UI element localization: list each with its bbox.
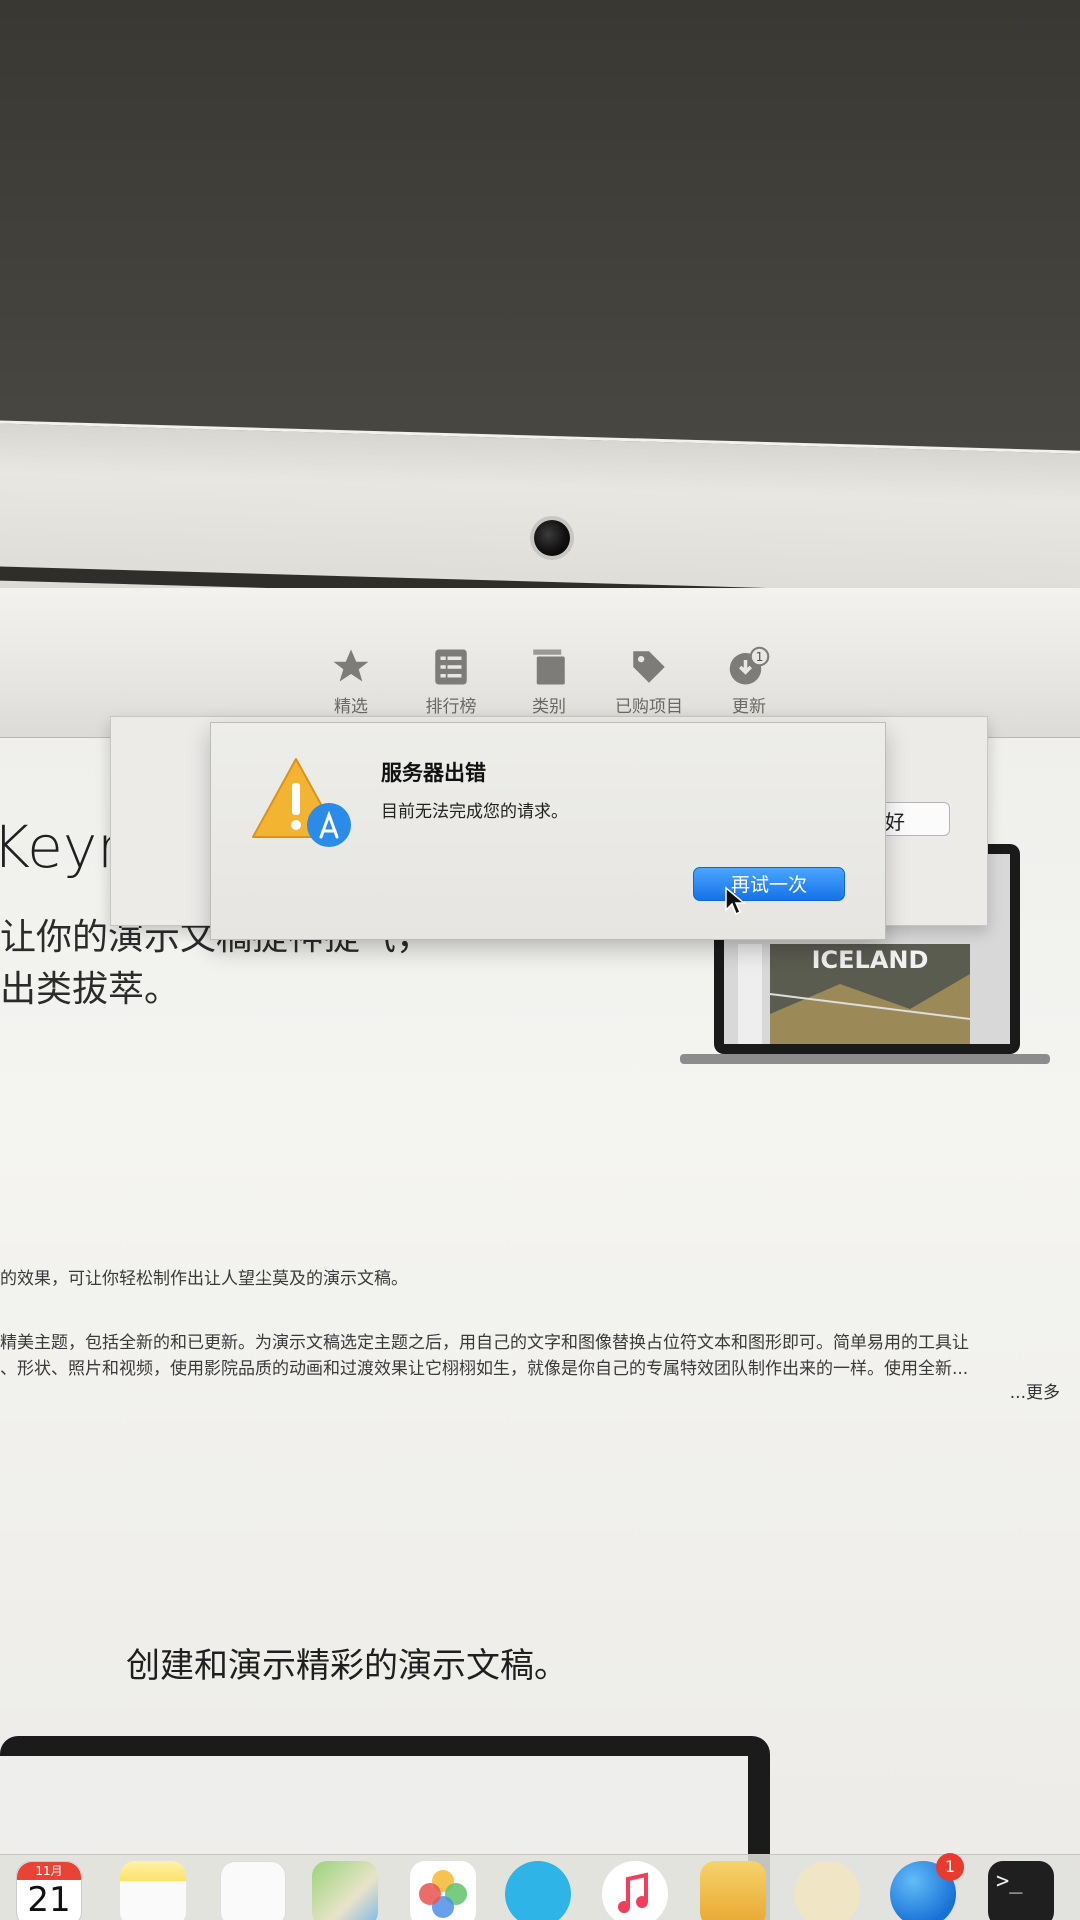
photos-icon[interactable] (410, 1861, 476, 1920)
tag-icon (628, 646, 670, 688)
books-icon[interactable] (794, 1861, 860, 1920)
list-icon (430, 646, 472, 688)
svg-text:1: 1 (756, 650, 764, 664)
section-title: 创建和演示精彩的演示文稿。 (126, 1646, 568, 1686)
calendar-day: 21 (27, 1880, 71, 1920)
stack-icon (528, 646, 570, 688)
calendar-month: 11月 (17, 1862, 81, 1880)
description-line: 精美主题，包括全新的和已更新。为演示文稿选定主题之后，用自己的文字和图像替换占位… (0, 1333, 969, 1353)
messages-icon[interactable] (505, 1861, 571, 1920)
description-line: 、形状、照片和视频，使用影院品质的动画和过渡效果让它栩栩如生，就像是你自己的专属… (0, 1359, 969, 1379)
tab-label: 已购项目 (615, 697, 683, 717)
notification-badge: 1 (936, 1853, 964, 1881)
description-line: 的效果，可让你轻松制作出让人望尘莫及的演示文稿。 (0, 1269, 408, 1289)
tab-label: 排行榜 (425, 697, 477, 717)
dialog-title: 服务器出错 (381, 761, 486, 785)
server-error-dialog: 服务器出错 目前无法完成您的请求。 再试一次 (210, 722, 886, 940)
tab-label: 精选 (334, 697, 368, 717)
tab-label: 类别 (532, 697, 566, 717)
download-badge-icon: 1 (728, 646, 770, 688)
app-tagline: 出类拔萃。 (0, 969, 181, 1010)
music-note-icon (618, 1872, 648, 1913)
dialog-message: 目前无法完成您的请求。 (381, 802, 568, 822)
tab-categories[interactable]: 类别 (494, 646, 604, 717)
svg-text:ICELAND: ICELAND (812, 946, 929, 974)
tab-label: 更新 (732, 697, 766, 717)
app-store-icon[interactable]: 1 (890, 1853, 964, 1920)
mouse-cursor-icon (725, 886, 746, 916)
more-link[interactable]: ...更多 (1010, 1378, 1060, 1403)
dock: 11月 21 1 >_ (0, 1853, 1080, 1920)
tab-featured[interactable]: 精选 (296, 646, 406, 717)
calendar-icon[interactable]: 11月 21 (16, 1861, 82, 1920)
tab-top-charts[interactable]: 排行榜 (396, 646, 506, 717)
reminders-icon[interactable] (220, 1861, 286, 1920)
tab-purchased[interactable]: 已购项目 (594, 646, 704, 717)
terminal-icon[interactable]: >_ (988, 1861, 1054, 1920)
retry-button[interactable]: 再试一次 (693, 867, 845, 901)
tab-updates[interactable]: 1 更新 (694, 646, 804, 717)
ok-button[interactable]: 好 (878, 802, 950, 836)
music-icon[interactable] (602, 1861, 668, 1920)
webcam (534, 520, 570, 556)
stocks-icon[interactable] (700, 1861, 766, 1920)
photos-flower-icon (419, 1870, 467, 1918)
warning-icon (252, 758, 351, 847)
screen: 精选 排行榜 类别 已购项目 1 更新 Keyn 让 (0, 588, 1080, 1920)
notes-icon[interactable] (120, 1861, 186, 1920)
background-wall (0, 0, 1080, 470)
star-icon (330, 646, 372, 688)
maps-icon[interactable] (312, 1861, 378, 1920)
